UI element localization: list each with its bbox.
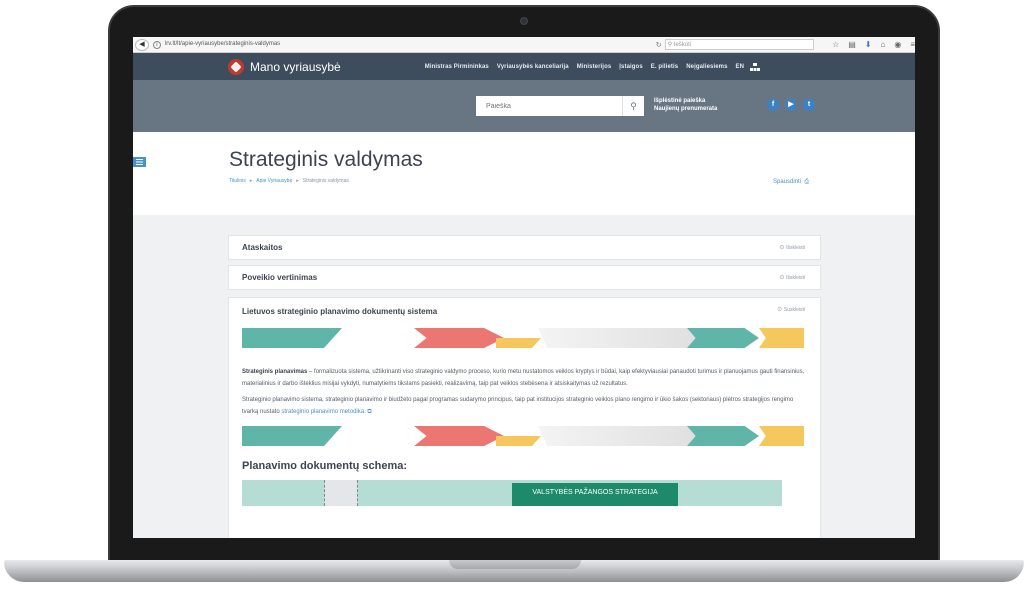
nav-item-chancellery[interactable]: Vyriausybės kanceliarija <box>497 64 569 70</box>
arrow-segment <box>496 436 541 446</box>
nav-item-e-citizen[interactable]: E. pilietis <box>651 64 678 70</box>
bookmark-star-icon[interactable]: ☆ <box>832 40 839 49</box>
expand-toggle[interactable]: Išskleisti <box>779 244 805 251</box>
breadcrumb-separator: ▸ <box>296 178 299 184</box>
decorative-arrow-band <box>242 426 804 446</box>
social-links: f ▶ t <box>767 99 815 111</box>
site-title[interactable]: Mano vyriausybė <box>250 60 341 74</box>
arrow-segment <box>414 426 504 446</box>
arrow-segment <box>496 338 541 348</box>
facebook-icon[interactable]: f <box>767 99 779 111</box>
breadcrumb-separator: ▸ <box>249 178 253 184</box>
sitemap-icon[interactable] <box>750 62 761 71</box>
accordion-title: Lietuvos strateginio planavimo dokumentų… <box>242 306 438 316</box>
browser-tools: ☆ ▤ ⬇ ⌂ ◉ ≡ <box>832 40 915 49</box>
accordion-header[interactable]: Ataskaitos Išskleisti <box>229 236 820 259</box>
reload-icon[interactable]: ↻ <box>653 41 665 49</box>
breadcrumb-current: Strateginis valdymas <box>302 178 349 184</box>
newsletter-link[interactable]: Naujienų prenumerata <box>654 105 717 113</box>
back-arrow-icon[interactable]: ◀ <box>135 38 149 51</box>
decorative-arrow-band <box>242 328 804 348</box>
printer-icon: ⎙ <box>802 179 810 185</box>
accordion-title: Poveikio vertinimas <box>242 273 318 282</box>
address-bar[interactable]: lrv.lt/lt/apie-vyriausybe/strateginis-va… <box>165 39 653 50</box>
expand-toggle[interactable]: Išskleisti <box>779 274 805 281</box>
breadcrumb: Titulinis ▸ Apie Vyriausybę ▸ Strategini… <box>229 178 349 184</box>
info-icon[interactable]: i <box>152 40 161 49</box>
accordion-reports[interactable]: Ataskaitos Išskleisti <box>228 235 821 260</box>
home-icon[interactable]: ⌂ <box>881 40 886 49</box>
webcam <box>520 17 528 25</box>
browser-search-input[interactable]: ⚲ Ieškoti <box>664 39 815 50</box>
breadcrumb-home[interactable]: Titulinis <box>229 178 246 184</box>
schema-column <box>324 480 358 506</box>
definition-paragraph: Strateginis planavimas – formalizuota si… <box>242 369 805 387</box>
laptop-notch <box>449 560 581 569</box>
advanced-search-link[interactable]: Išplėstinė paieška <box>654 97 717 105</box>
search-band: ⚲ Išplėstinė paieška Naujienų prenumerat… <box>133 80 915 132</box>
schema-box-state-strategy[interactable]: VALSTYBĖS PAŽANGOS STRATEGIJA <box>512 483 678 506</box>
menu-icon[interactable]: ≡ <box>910 40 915 49</box>
arrow-segment <box>414 328 504 348</box>
search-input[interactable] <box>476 96 624 116</box>
main-nav: Ministras Pirmininkas Vyriausybės kancel… <box>425 64 744 70</box>
header-links: Išplėstinė paieška Naujienų prenumerata <box>654 97 717 113</box>
browser-toolbar: ◀ i lrv.lt/lt/apie-vyriausybe/strategini… <box>133 37 915 53</box>
definition-term: Strateginis planavimas <box>242 369 308 375</box>
collapse-toggle[interactable]: Suskleisti <box>777 306 805 313</box>
schema-heading: Planavimo dokumentų schema: <box>242 460 408 472</box>
methodology-link[interactable]: strateginio planavimo metodika. <box>281 409 365 415</box>
nav-item-ministries[interactable]: Ministerijos <box>577 64 612 70</box>
nav-item-prime-minister[interactable]: Ministras Pirmininkas <box>425 64 489 70</box>
download-icon[interactable]: ⬇ <box>865 40 872 49</box>
page-title: Strateginis valdymas <box>229 148 423 171</box>
accordion-planning-system: Lietuvos strateginio planavimo dokumentų… <box>228 297 821 538</box>
accordion-header[interactable]: Poveikio vertinimas Išskleisti <box>229 266 820 289</box>
screen: ◀ i lrv.lt/lt/apie-vyriausybe/strategini… <box>133 37 915 538</box>
nav-item-language-en[interactable]: EN <box>736 64 745 70</box>
nav-item-institutions[interactable]: Įstaigos <box>619 64 642 70</box>
accordion-title: Ataskaitos <box>242 243 283 252</box>
youtube-icon[interactable]: ▶ <box>785 99 797 111</box>
external-link-icon: ⧉ <box>365 409 372 415</box>
twitter-icon[interactable]: t <box>803 99 815 111</box>
nav-item-disabled[interactable]: Neįgaliesiems <box>686 64 727 70</box>
print-button[interactable]: Spausdinti ⎙ <box>773 179 809 186</box>
planning-schema: VALSTYBĖS PAŽANGOS STRATEGIJA <box>242 480 782 506</box>
pocket-icon[interactable]: ◉ <box>894 40 901 49</box>
title-area: Strateginis valdymas Titulinis ▸ Apie Vy… <box>133 132 915 215</box>
accordion-impact-assessment[interactable]: Poveikio vertinimas Išskleisti <box>228 265 821 290</box>
reading-list-icon[interactable]: ▤ <box>848 40 856 49</box>
breadcrumb-about-government[interactable]: Apie Vyriausybę <box>256 178 292 184</box>
accordion-header[interactable]: Lietuvos strateginio planavimo dokumentų… <box>229 298 820 324</box>
side-menu-icon[interactable] <box>133 157 146 167</box>
coat-of-arms-icon[interactable] <box>228 58 244 75</box>
arrow-segment <box>242 328 342 348</box>
arrow-segment <box>759 426 804 446</box>
methodology-paragraph: Strateginio planavimo sistema, strategin… <box>242 397 794 415</box>
content: Ataskaitos Išskleisti Poveikio vertinima… <box>133 215 915 538</box>
arrow-segment <box>242 426 342 446</box>
search-icon[interactable]: ⚲ <box>622 96 644 116</box>
arrow-segment <box>759 328 804 348</box>
site-header: Mano vyriausybė Ministras Pirmininkas Vy… <box>133 53 915 80</box>
arrow-segment <box>687 426 759 446</box>
arrow-segment <box>687 328 759 348</box>
